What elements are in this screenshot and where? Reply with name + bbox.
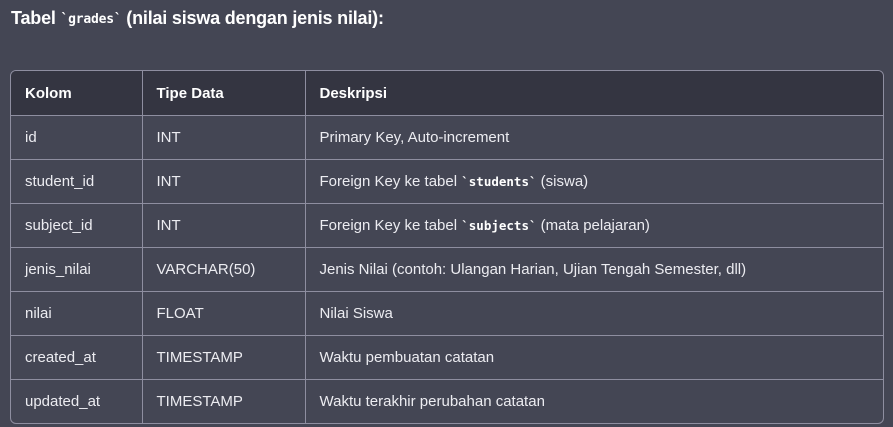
cell-deskripsi: Primary Key, Auto-increment: [305, 115, 883, 160]
deskripsi-text: Jenis Nilai (contoh: Ulangan Harian, Uji…: [319, 261, 747, 278]
deskripsi-table-ref-code: `subjects`: [461, 218, 537, 233]
deskripsi-table-ref-code: `students`: [461, 174, 537, 189]
table-row: updated_at TIMESTAMP Waktu terakhir peruba…: [11, 379, 883, 424]
cell-deskripsi: Waktu terakhir perubahan catatan: [305, 380, 883, 424]
table-heading: Tabel `grades` (nilai siswa dengan jenis…: [11, 8, 384, 29]
table-header-row: Kolom Tipe Data Deskripsi: [11, 71, 883, 116]
cell-tipe-data: INT: [142, 203, 306, 248]
deskripsi-text: Waktu terakhir perubahan catatan: [319, 393, 545, 410]
deskripsi-text: Waktu pembuatan catatan: [319, 349, 495, 366]
cell-kolom: jenis_nilai: [11, 247, 143, 292]
table-row: id INT Primary Key, Auto-increment: [11, 115, 883, 160]
deskripsi-text-suffix: (mata pelajaran): [536, 217, 650, 234]
heading-suffix: (nilai siswa dengan jenis nilai):: [121, 8, 384, 28]
table-row: subject_id INT Foreign Key ke tabel `subje…: [11, 203, 883, 248]
cell-kolom: id: [11, 115, 143, 160]
deskripsi-text: Primary Key, Auto-increment: [319, 129, 510, 146]
cell-kolom: updated_at: [11, 379, 143, 423]
heading-prefix: Tabel: [11, 8, 61, 28]
header-kolom: Kolom: [11, 71, 143, 116]
deskripsi-text: Foreign Key ke tabel: [319, 173, 462, 190]
table-row: nilai FLOAT Nilai Siswa: [11, 291, 883, 336]
cell-kolom: subject_id: [11, 203, 143, 248]
schema-table-container: Kolom Tipe Data Deskripsi id INT Primary K…: [10, 70, 884, 424]
header-deskripsi: Deskripsi: [305, 71, 883, 116]
cell-tipe-data: TIMESTAMP: [142, 379, 306, 423]
cell-kolom: student_id: [11, 159, 143, 204]
cell-kolom: created_at: [11, 335, 143, 380]
cell-tipe-data: FLOAT: [142, 291, 306, 336]
deskripsi-text: Foreign Key ke tabel: [319, 217, 462, 234]
cell-deskripsi: Jenis Nilai (contoh: Ulangan Harian, Uji…: [305, 247, 883, 292]
header-tipe-data: Tipe Data: [142, 71, 306, 116]
deskripsi-text-suffix: (siswa): [536, 173, 589, 190]
cell-tipe-data: VARCHAR(50): [142, 247, 306, 292]
cell-deskripsi: Nilai Siswa: [305, 291, 883, 336]
cell-kolom: nilai: [11, 291, 143, 336]
cell-deskripsi: Foreign Key ke tabel `subjects` (mata pe…: [305, 203, 883, 248]
cell-tipe-data: TIMESTAMP: [142, 335, 306, 380]
table-row: student_id INT Foreign Key ke tabel `stude…: [11, 159, 883, 204]
cell-tipe-data: INT: [142, 159, 306, 204]
cell-deskripsi: Waktu pembuatan catatan: [305, 335, 883, 380]
schema-table: Kolom Tipe Data Deskripsi id INT Primary K…: [11, 71, 883, 423]
deskripsi-text: Nilai Siswa: [319, 305, 393, 322]
table-row: jenis_nilai VARCHAR(50) Jenis Nilai (conto…: [11, 247, 883, 292]
cell-deskripsi: Foreign Key ke tabel `students` (siswa): [305, 159, 883, 204]
heading-table-name-code: `grades`: [60, 12, 122, 27]
table-row: created_at TIMESTAMP Waktu pembuatan catat…: [11, 335, 883, 380]
cell-tipe-data: INT: [142, 115, 306, 160]
